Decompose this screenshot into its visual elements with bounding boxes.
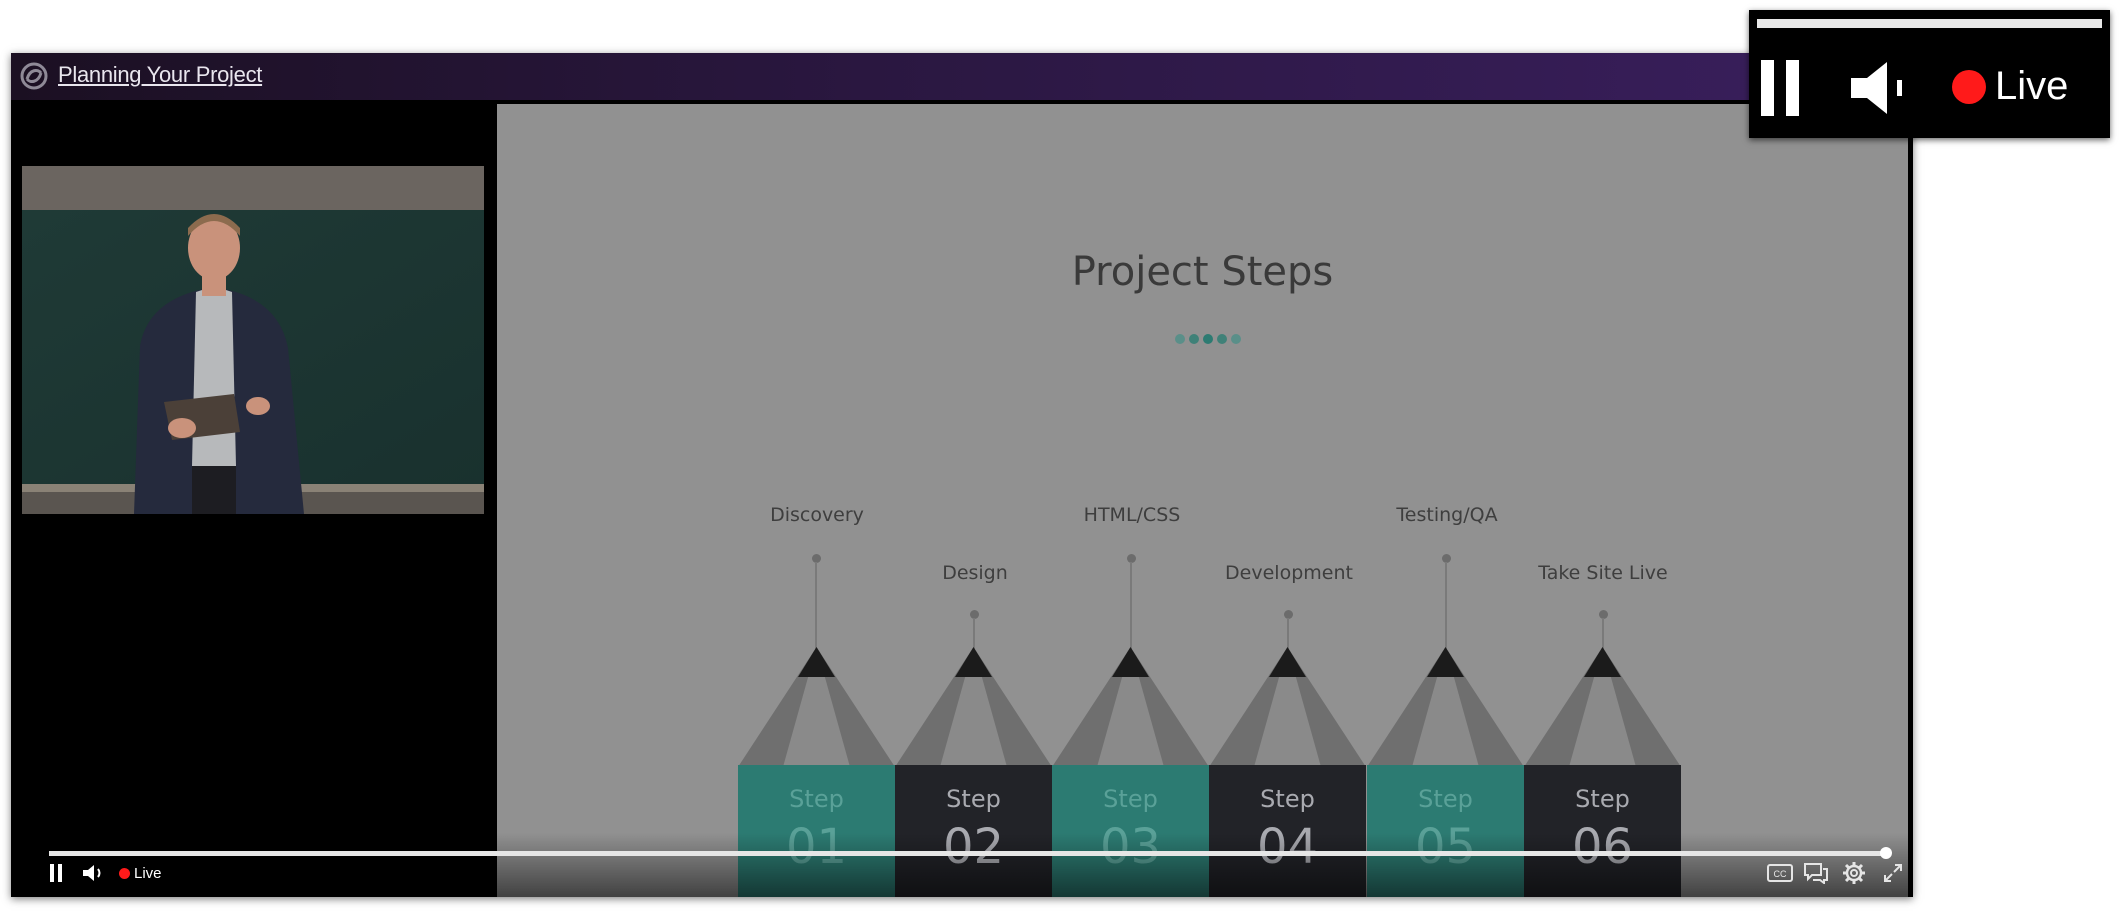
- live-label: Live: [134, 865, 162, 882]
- pause-icon[interactable]: [1759, 58, 1803, 118]
- presenter-image: [22, 166, 484, 514]
- zoomed-controls-inset: Live: [1749, 10, 2110, 138]
- presentation-title-link[interactable]: Planning Your Project: [58, 62, 262, 88]
- slide-title: Project Steps: [1071, 249, 1334, 295]
- presenter-video[interactable]: [22, 166, 484, 514]
- pencil-tip-icon: [895, 647, 1052, 767]
- pencil-tip-icon: [1052, 647, 1209, 767]
- step-label-html-css: HTML/CSS: [1083, 504, 1181, 526]
- screenshot-stage: Planning Your Project Project Steps Disc…: [0, 0, 2127, 916]
- controls-overlay: [11, 833, 1913, 897]
- step-word: Step: [946, 785, 1001, 813]
- svg-text:CC: CC: [1774, 869, 1787, 879]
- step-word: Step: [1260, 785, 1315, 813]
- step-label-design: Design: [942, 562, 1008, 584]
- step-label-development: Development: [1225, 562, 1353, 584]
- pencil-tip-icon: [738, 647, 895, 767]
- step-word: Step: [1575, 785, 1630, 813]
- live-label: Live: [1995, 64, 2069, 108]
- video-player-window: Planning Your Project Project Steps Disc…: [11, 53, 1913, 897]
- pencil-tip-icon: [1367, 647, 1524, 767]
- settings-icon[interactable]: [1842, 861, 1866, 885]
- pencil-tip-icon: [1524, 647, 1681, 767]
- pencil-tip-icon: [1209, 647, 1366, 767]
- app-logo-icon: [20, 62, 48, 90]
- title-dots-decoration: [1175, 334, 1241, 344]
- slide-area: Project Steps Discovery Step Design Step…: [497, 104, 1908, 897]
- live-dot-icon: [1952, 69, 1986, 104]
- progress-handle[interactable]: [1880, 847, 1892, 859]
- step-label-take-site-live: Take Site Live: [1538, 562, 1668, 584]
- chat-icon[interactable]: [1803, 862, 1829, 884]
- step-word: Step: [789, 785, 844, 813]
- title-bar: Planning Your Project: [11, 53, 1913, 100]
- live-indicator[interactable]: Live: [119, 865, 162, 882]
- step-word: Step: [1418, 785, 1473, 813]
- volume-icon[interactable]: [1849, 60, 1915, 116]
- live-indicator[interactable]: Live: [1952, 64, 2068, 109]
- zoom-progress-bar: [1757, 19, 2102, 28]
- step-label-testing-qa: Testing/QA: [1396, 504, 1498, 526]
- live-dot-icon: [119, 868, 130, 879]
- volume-icon[interactable]: [82, 863, 106, 883]
- presenter-pane: [11, 100, 496, 897]
- fullscreen-icon[interactable]: [1883, 863, 1903, 883]
- progress-bar[interactable]: [49, 851, 1889, 856]
- pause-icon[interactable]: [49, 863, 63, 883]
- closed-captions-icon[interactable]: CC: [1767, 864, 1793, 882]
- step-word: Step: [1103, 785, 1158, 813]
- step-label-discovery: Discovery: [770, 504, 864, 526]
